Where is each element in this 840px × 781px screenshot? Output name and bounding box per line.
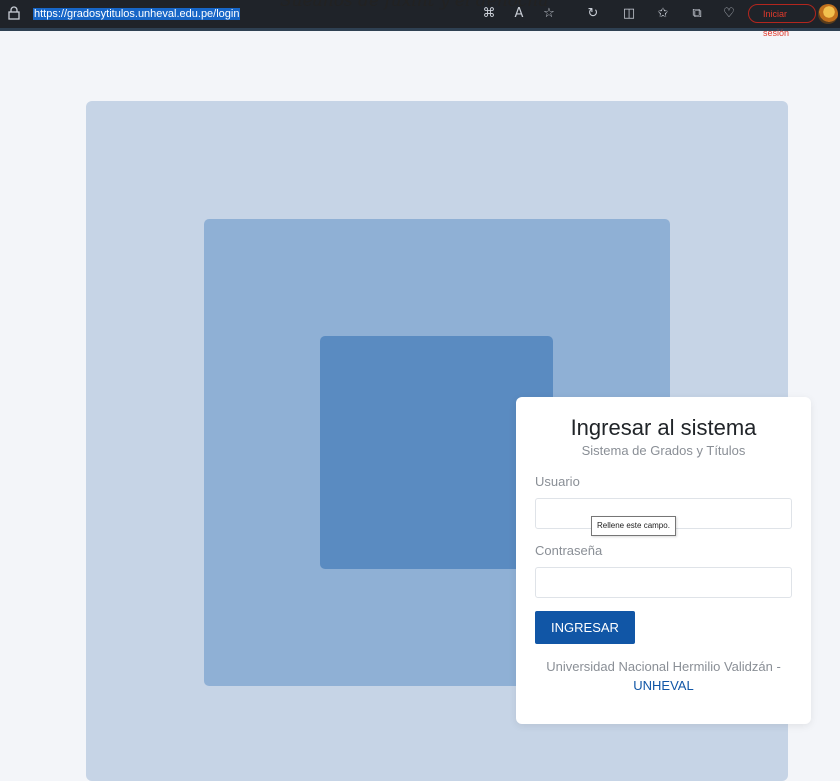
refresh-icon[interactable]: ↻: [584, 5, 602, 23]
password-label: Contraseña: [535, 543, 603, 558]
signin-button[interactable]: Iniciar sesión: [748, 4, 816, 38]
login-footer: Universidad Nacional Hermilio Validzán -…: [516, 657, 811, 695]
validation-tooltip: Rellene este campo.: [591, 516, 676, 536]
login-card: Ingresar al sistema Sistema de Grados y …: [516, 397, 811, 724]
submit-button[interactable]: INGRESAR: [535, 611, 635, 644]
footer-text: Universidad Nacional Hermilio Validzán -: [546, 659, 781, 674]
login-title: Ingresar al sistema: [570, 415, 757, 440]
split-screen-icon[interactable]: ◫: [620, 5, 638, 23]
lock-icon[interactable]: [8, 6, 20, 20]
footer-link[interactable]: UNHEVAL: [516, 676, 811, 695]
favorites-bar-icon[interactable]: ✩: [654, 5, 672, 23]
password-input[interactable]: [535, 567, 792, 598]
profile-avatar[interactable]: [818, 4, 838, 24]
overlay-caption: Suéanos de fuxint y el deñocha: [280, 0, 549, 11]
collections-icon[interactable]: ⧉: [688, 5, 706, 23]
user-label: Usuario: [535, 474, 580, 489]
login-subtitle: Sistema de Grados y Títulos: [581, 443, 746, 458]
url-field[interactable]: https://gradosytitulos.unheval.edu.pe/lo…: [33, 8, 241, 20]
extensions-icon[interactable]: ♡: [720, 5, 738, 23]
